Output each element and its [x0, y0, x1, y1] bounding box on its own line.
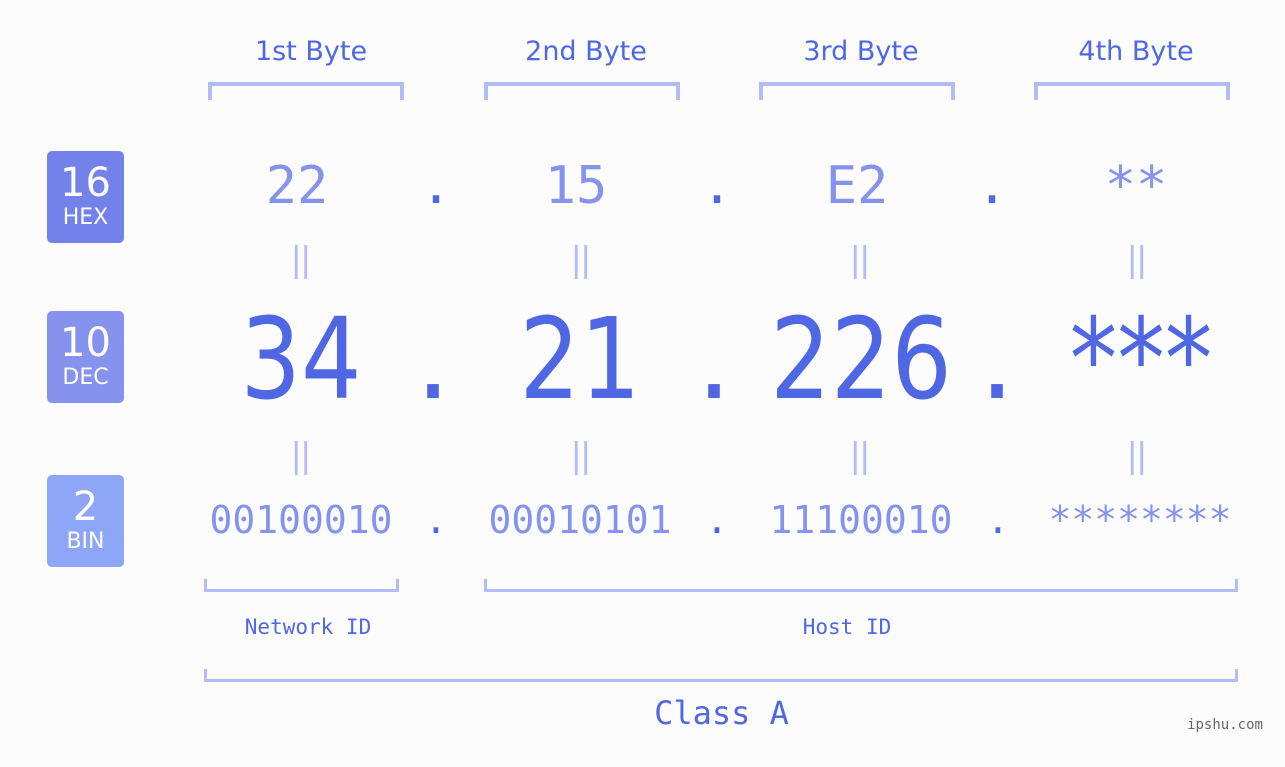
hex-label: HEX — [62, 205, 109, 230]
equals-dec-bin-2: || — [570, 436, 592, 476]
bin-base: 2 — [72, 484, 99, 530]
bin-byte-2: 00010101 — [488, 498, 672, 542]
equals-hex-dec-4: || — [1126, 240, 1148, 280]
dec-dot-3: . — [979, 295, 1015, 425]
dec-byte-1: 34 — [240, 295, 362, 425]
equals-hex-dec-1: || — [290, 240, 312, 280]
watermark: ipshu.com — [1187, 717, 1263, 733]
hex-byte-3: E2 — [825, 156, 889, 216]
bin-badge: 2 BIN — [47, 475, 124, 567]
byte-header-3: 3rd Byte — [803, 36, 919, 67]
dec-label: DEC — [62, 365, 109, 390]
dec-base: 10 — [60, 320, 111, 366]
class-label: Class A — [654, 694, 789, 732]
network-id-bracket — [204, 579, 399, 592]
equals-dec-bin-4: || — [1126, 436, 1148, 476]
byte-header-1: 1st Byte — [254, 36, 368, 67]
host-id-label: Host ID — [802, 615, 892, 639]
class-bracket — [204, 669, 1238, 682]
dec-badge: 10 DEC — [47, 311, 124, 403]
dec-dot-2: . — [696, 295, 732, 425]
dec-byte-2: 21 — [519, 295, 641, 425]
equals-hex-dec-2: || — [570, 240, 592, 280]
host-id-bracket — [484, 579, 1238, 592]
dec-dot-1: . — [415, 295, 451, 425]
hex-byte-4: ** — [1104, 156, 1168, 216]
hex-base: 16 — [60, 160, 111, 206]
hex-dot-1: . — [420, 156, 452, 216]
byte-bracket-3 — [759, 82, 955, 100]
byte-bracket-1 — [208, 82, 404, 100]
hex-byte-1: 22 — [265, 156, 329, 216]
byte-bracket-2 — [484, 82, 680, 100]
hex-byte-2: 15 — [544, 156, 608, 216]
hex-dot-2: . — [701, 156, 733, 216]
network-id-label: Network ID — [244, 615, 372, 639]
hex-dot-3: . — [976, 156, 1008, 216]
bin-label: BIN — [66, 529, 105, 554]
bin-byte-3: 11100010 — [769, 498, 953, 542]
byte-header-4: 4th Byte — [1078, 36, 1194, 67]
bin-byte-4: ******** — [1048, 498, 1232, 542]
equals-hex-dec-3: || — [849, 240, 871, 280]
byte-header-2: 2nd Byte — [525, 36, 647, 67]
dec-byte-4: *** — [1069, 295, 1213, 425]
equals-dec-bin-1: || — [290, 436, 312, 476]
byte-bracket-4 — [1034, 82, 1230, 100]
dec-byte-3: 226 — [770, 295, 952, 425]
bin-byte-1: 00100010 — [209, 498, 393, 542]
hex-badge: 16 HEX — [47, 151, 124, 243]
equals-dec-bin-3: || — [849, 436, 871, 476]
